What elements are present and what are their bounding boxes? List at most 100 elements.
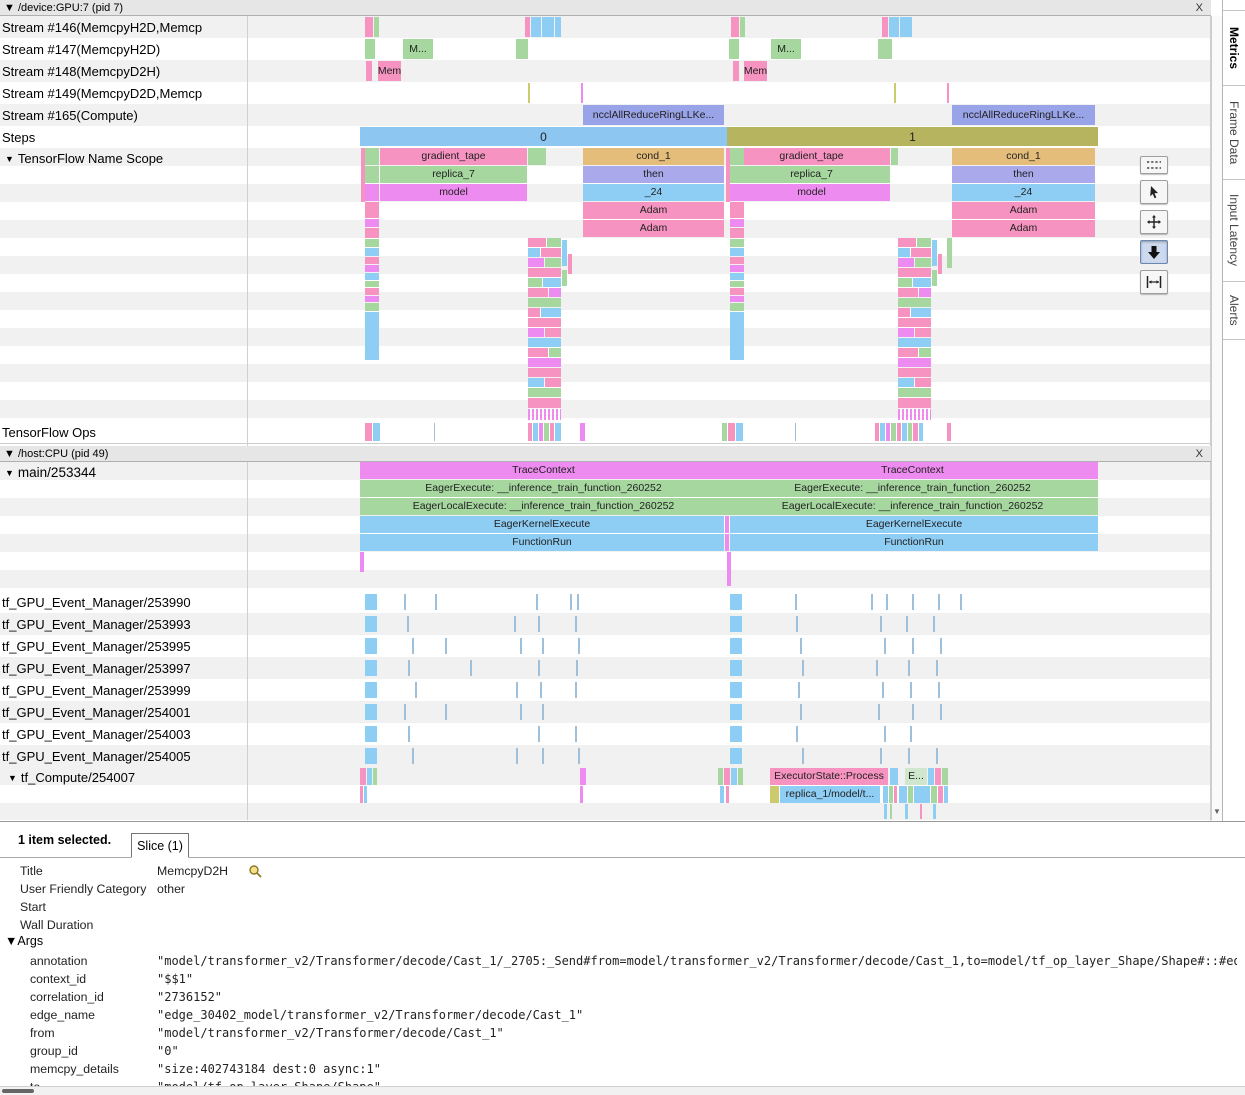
slice-eagerkernelexecute[interactable]: EagerKernelExecute (730, 516, 1098, 533)
scope-model[interactable]: model (733, 184, 890, 201)
trace-slice[interactable] (365, 228, 379, 238)
trace-slice[interactable] (730, 257, 744, 264)
trace-slice[interactable] (947, 238, 952, 268)
trace-slice[interactable] (730, 288, 744, 295)
trace-slice[interactable] (562, 270, 567, 286)
trace-slice[interactable] (932, 270, 937, 286)
event-tick[interactable] (910, 726, 912, 742)
scope-model[interactable]: model (380, 184, 527, 201)
gpu-event-slice[interactable] (365, 682, 377, 698)
trace-slice[interactable] (911, 248, 931, 257)
event-tick[interactable] (936, 660, 938, 676)
event-tick[interactable] (908, 660, 910, 676)
trace-slice[interactable] (898, 398, 931, 408)
trace-slice[interactable] (947, 83, 949, 103)
event-tick[interactable] (404, 704, 406, 720)
scope-cond-1[interactable]: cond_1 (952, 148, 1095, 165)
trace-slice[interactable] (365, 281, 379, 287)
trace-slice[interactable] (539, 423, 543, 441)
trace-slice[interactable] (898, 358, 931, 367)
trace-slice[interactable] (889, 786, 893, 803)
scope-cond-1[interactable]: cond_1 (583, 148, 724, 165)
nccl-allreduce-slice[interactable]: ncclAllReduceRingLLKe... (952, 105, 1095, 125)
pan-tool-button[interactable] (1140, 210, 1168, 234)
slice-functionrun[interactable]: FunctionRun (360, 534, 724, 551)
event-tick[interactable] (575, 682, 577, 698)
trace-slice[interactable] (898, 338, 931, 347)
trace-slice[interactable] (528, 348, 548, 357)
trace-slice[interactable] (360, 552, 364, 572)
track-stream-149[interactable]: Stream #149(MemcpyD2D,Memcp (0, 82, 1211, 104)
trace-slice[interactable] (891, 148, 898, 165)
trace-slice[interactable] (919, 348, 931, 357)
trace-slice[interactable] (531, 17, 541, 37)
trace-slice[interactable] (890, 768, 898, 785)
gpu-event-slice[interactable] (365, 660, 377, 676)
event-tick[interactable] (435, 594, 437, 610)
trace-slice[interactable] (528, 308, 540, 317)
scope-adam[interactable]: Adam (583, 220, 724, 237)
event-tick[interactable] (800, 638, 802, 654)
track-stream-147[interactable]: Stream #147(MemcpyH2D) (0, 38, 1211, 60)
host-section-title[interactable]: ▼ /host:CPU (pid 49) (4, 448, 108, 460)
trace-slice[interactable] (533, 423, 538, 441)
event-tick[interactable] (906, 616, 908, 632)
trace-slice[interactable] (722, 423, 727, 441)
event-tick[interactable] (412, 638, 414, 654)
event-tick[interactable] (938, 594, 940, 610)
trace-slice[interactable] (528, 268, 561, 277)
trace-slice[interactable] (718, 768, 723, 785)
trace-slice[interactable] (883, 786, 888, 803)
trace-slice[interactable] (898, 409, 931, 420)
trace-slice[interactable] (731, 17, 739, 37)
trace-slice[interactable] (898, 298, 931, 307)
event-tick[interactable] (884, 726, 886, 742)
trace-slice[interactable] (736, 423, 743, 441)
event-tick[interactable] (796, 726, 798, 742)
trace-slice[interactable] (365, 312, 379, 360)
trace-slice[interactable] (738, 768, 743, 785)
event-tick[interactable] (538, 726, 540, 742)
gpu-event-slice[interactable] (365, 594, 377, 610)
trace-slice[interactable] (938, 786, 943, 803)
trace-slice[interactable] (568, 254, 572, 274)
selection-tool-button[interactable] (1140, 180, 1168, 204)
scope-adam[interactable]: Adam (952, 220, 1095, 237)
trace-slice[interactable] (898, 348, 918, 357)
trace-slice[interactable] (730, 202, 744, 218)
trace-slice[interactable] (525, 17, 530, 37)
trace-slice[interactable] (933, 804, 936, 819)
timing-tool-button[interactable] (1140, 270, 1168, 294)
event-tick[interactable] (876, 660, 878, 676)
gpu-event-slice[interactable] (730, 660, 742, 676)
trace-slice[interactable] (528, 398, 561, 408)
slice-functionrun[interactable]: FunctionRun (730, 534, 1098, 551)
collapse-arrow-icon[interactable]: ▼ (5, 154, 14, 164)
scope-adam[interactable]: Adam (583, 202, 724, 219)
slice-tracecontext[interactable]: TraceContext (360, 462, 727, 479)
event-tick[interactable] (542, 748, 544, 764)
track-stream-148[interactable]: Stream #148(MemcpyD2H) (0, 60, 1211, 82)
trace-slice[interactable] (528, 378, 544, 387)
trace-slice[interactable] (920, 804, 922, 819)
trace-slice[interactable] (898, 328, 914, 337)
trace-slice[interactable] (740, 17, 745, 37)
trace-slice[interactable] (366, 61, 372, 81)
gpu-event-slice[interactable] (730, 616, 742, 632)
trace-slice[interactable] (730, 184, 744, 201)
trace-slice[interactable] (550, 423, 554, 441)
memcpy-slice[interactable]: M... (771, 39, 801, 59)
event-tick[interactable] (445, 638, 447, 654)
gpu-section-title[interactable]: ▼ /device:GPU:7 (pid 7) (4, 2, 123, 14)
trace-slice[interactable] (365, 39, 375, 59)
event-tick[interactable] (514, 616, 516, 632)
trace-slice[interactable] (365, 219, 379, 227)
scope-24[interactable]: _24 (583, 184, 724, 201)
event-tick[interactable] (516, 682, 518, 698)
event-tick[interactable] (520, 704, 522, 720)
trace-slice[interactable] (365, 423, 372, 441)
tab-metrics[interactable]: Metrics (1223, 10, 1245, 86)
step-0-slice[interactable]: 0 (360, 127, 727, 146)
horizontal-scrollbar-thumb[interactable] (2, 1089, 34, 1093)
scope-gradient-tape[interactable]: gradient_tape (380, 148, 527, 165)
